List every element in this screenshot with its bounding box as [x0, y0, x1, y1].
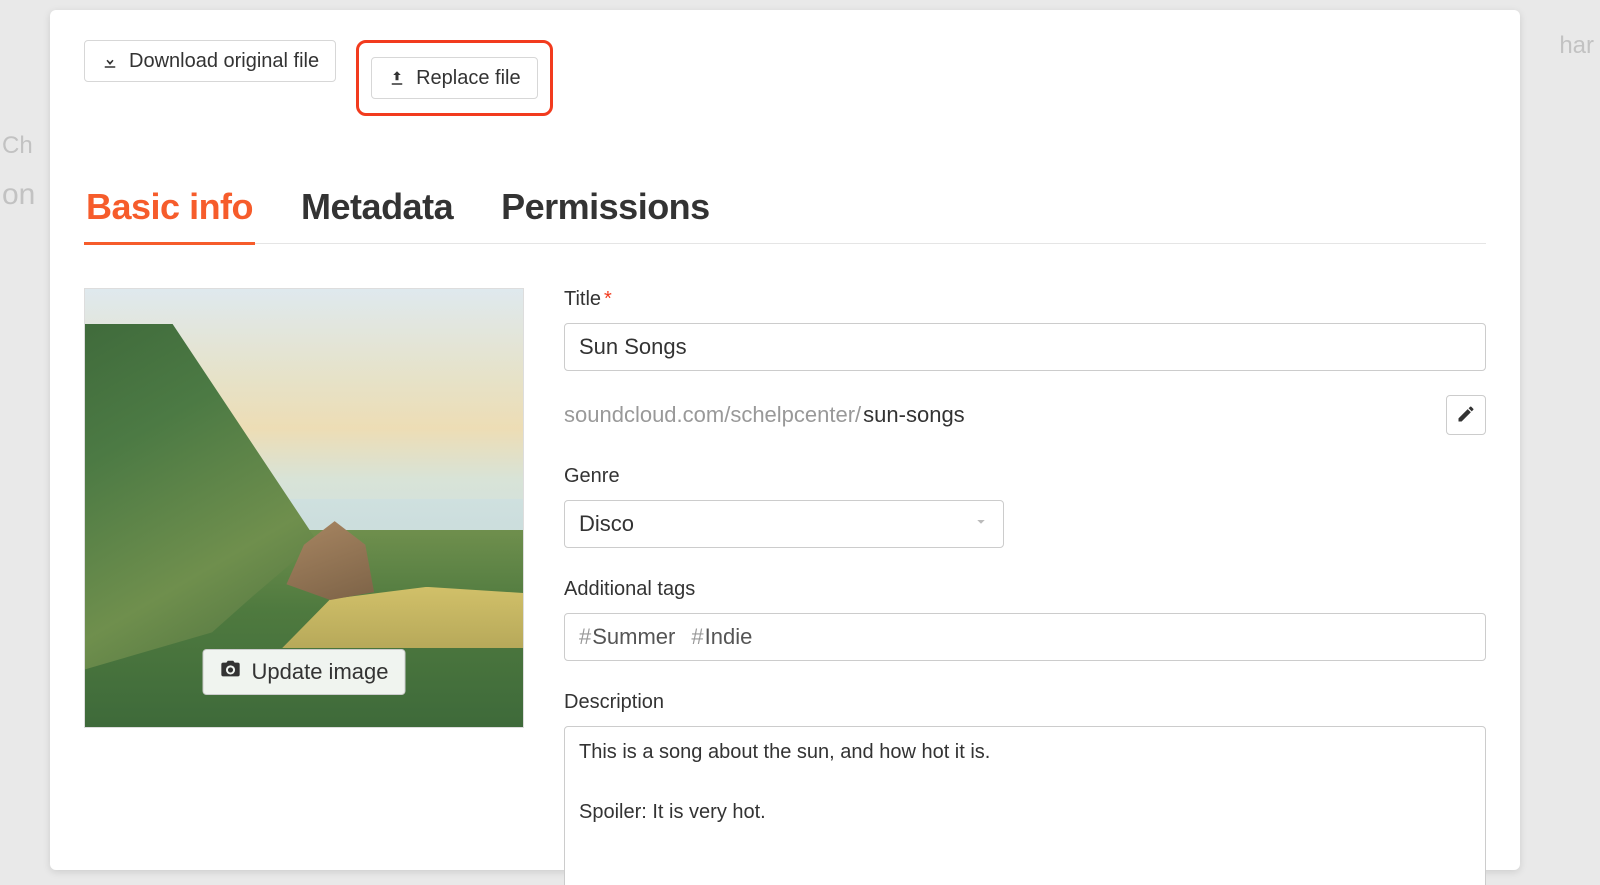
tag-item[interactable]: #Indie — [691, 624, 752, 650]
genre-label: Genre — [564, 465, 1486, 488]
genre-value: Disco — [579, 511, 634, 536]
tab-metadata[interactable]: Metadata — [299, 186, 455, 243]
upload-icon — [388, 69, 406, 87]
title-label: Title* — [564, 288, 1486, 311]
tags-input[interactable]: #Summer #Indie — [564, 613, 1486, 661]
edit-track-card: Download original file Replace file Basi… — [50, 10, 1520, 870]
tab-basic-info[interactable]: Basic info — [84, 186, 255, 245]
description-label: Description — [564, 691, 1486, 714]
genre-select[interactable]: Disco — [564, 500, 1004, 548]
permalink-text: soundcloud.com/schelpcenter/sun-songs — [564, 402, 965, 428]
download-icon — [101, 52, 119, 70]
permalink-slug: sun-songs — [863, 402, 965, 427]
form-column: Title* soundcloud.com/schelpcenter/sun-s… — [564, 288, 1486, 885]
cover-image: Update image — [84, 288, 524, 728]
edit-permalink-button[interactable] — [1446, 395, 1486, 435]
tab-permissions[interactable]: Permissions — [499, 186, 712, 243]
permalink-prefix: soundcloud.com/schelpcenter/ — [564, 402, 861, 427]
download-original-label: Download original file — [129, 51, 319, 71]
tags-label: Additional tags — [564, 578, 1486, 601]
download-original-button[interactable]: Download original file — [84, 40, 336, 82]
pencil-icon — [1456, 404, 1476, 427]
update-image-label: Update image — [252, 659, 389, 685]
replace-file-label: Replace file — [416, 68, 521, 88]
cover-column: Update image — [84, 288, 524, 885]
replace-file-button[interactable]: Replace file — [371, 57, 538, 99]
description-textarea[interactable] — [564, 726, 1486, 885]
camera-icon — [220, 658, 242, 686]
top-actions: Download original file Replace file — [84, 40, 1486, 116]
update-image-button[interactable]: Update image — [203, 649, 406, 695]
tabs: Basic info Metadata Permissions — [84, 186, 1486, 244]
required-asterisk: * — [604, 288, 612, 310]
title-input[interactable] — [564, 323, 1486, 371]
replace-file-highlight: Replace file — [356, 40, 553, 116]
tag-item[interactable]: #Summer — [579, 624, 675, 650]
